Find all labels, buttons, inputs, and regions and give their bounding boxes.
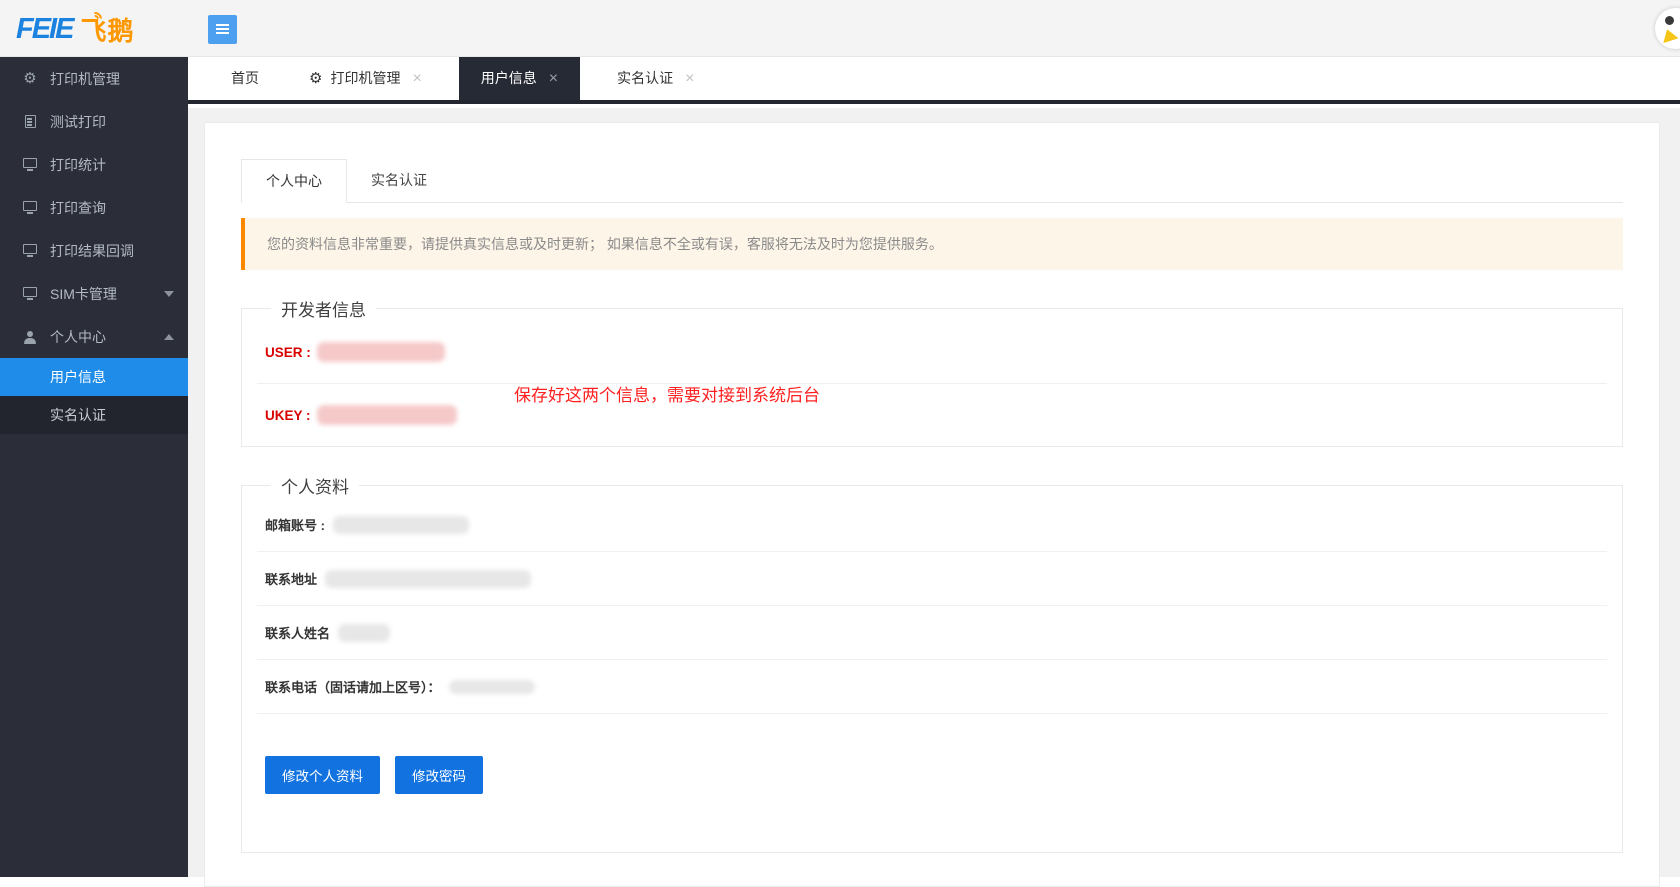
tab-user-info[interactable]: 用户信息 × [459, 57, 580, 100]
tab-label: 用户信息 [481, 57, 537, 100]
redacted-name-value [338, 624, 390, 642]
phone-label: 联系电话（固话请加上区号）： [265, 677, 441, 696]
redacted-email-value [333, 516, 469, 534]
inner-tab-personal-center[interactable]: 个人中心 [241, 159, 347, 203]
caret-down-icon [164, 291, 174, 297]
redacted-user-value [317, 342, 445, 362]
sidebar-item-print-callback[interactable]: 打印结果回调 [0, 229, 188, 272]
submenu-item-label: 实名认证 [50, 405, 106, 425]
gears-icon: ⚙ [21, 71, 39, 86]
tabbar: 首页 ⚙ 打印机管理 × 用户信息 × 实名认证 × [188, 57, 1680, 104]
sidebar-item-label: 打印查询 [50, 198, 106, 218]
user-label: USER : [265, 345, 311, 360]
wifi-signal-icon [88, 11, 102, 25]
sidebar-item-print-query[interactable]: 打印查询 [0, 186, 188, 229]
tab-label: 打印机管理 [330, 57, 400, 100]
sidebar-item-label: 打印结果回调 [50, 241, 134, 261]
email-label: 邮箱账号 : [265, 515, 325, 534]
sidebar-item-label: 个人中心 [50, 327, 106, 347]
change-password-button[interactable]: 修改密码 [395, 756, 483, 794]
sidebar-subitem-user-info[interactable]: 用户信息 [0, 358, 188, 396]
sidebar-item-test-print[interactable]: 测试打印 [0, 100, 188, 143]
address-label: 联系地址 [265, 569, 317, 588]
ukey-row: UKEY : [257, 384, 1607, 446]
inner-tab-real-name-auth[interactable]: 实名认证 [347, 159, 451, 202]
close-icon[interactable]: × [412, 57, 421, 100]
user-icon [21, 331, 39, 343]
edit-profile-button[interactable]: 修改个人资料 [265, 756, 380, 794]
contact-name-label: 联系人姓名 [265, 623, 330, 642]
sidebar: ⚙ 打印机管理 测试打印 打印统计 打印查询 打印结果回调 SIM卡管理 个人中… [0, 57, 188, 877]
tab-label: 首页 [231, 57, 259, 100]
sidebar-item-label: 测试打印 [50, 112, 106, 132]
user-key-row: USER : [257, 321, 1607, 384]
tab-printer-management[interactable]: ⚙ 打印机管理 × [297, 57, 434, 100]
monitor-icon [21, 161, 39, 168]
sidebar-item-printer-management[interactable]: ⚙ 打印机管理 [0, 57, 188, 100]
sidebar-toggle-button[interactable] [208, 15, 237, 44]
email-row: 邮箱账号 : [257, 498, 1607, 552]
redacted-phone-value [449, 680, 535, 694]
address-row: 联系地址 [257, 552, 1607, 606]
hamburger-icon [216, 24, 229, 26]
phone-row: 联系电话（固话请加上区号）： [257, 660, 1607, 714]
caret-up-icon [164, 334, 174, 340]
personal-profile-section: 个人资料 邮箱账号 : 联系地址 联系人姓名 联系电话（固话请加上区号）： 修改… [241, 473, 1623, 853]
contact-name-row: 联系人姓名 [257, 606, 1607, 660]
app-logo[interactable]: FEIE 飞鹅 [16, 9, 134, 49]
red-note: 保存好这两个信息，需要对接到系统后台 [514, 381, 820, 406]
sidebar-subitem-real-name-auth[interactable]: 实名认证 [0, 396, 188, 434]
sidebar-item-label: 打印统计 [50, 155, 106, 175]
gears-icon: ⚙ [309, 71, 322, 86]
close-icon[interactable]: × [549, 57, 558, 100]
user-info-card: 个人中心 实名认证 您的资料信息非常重要，请提供真实信息或及时更新； 如果信息不… [204, 122, 1660, 887]
button-row: 修改个人资料 修改密码 [257, 714, 1607, 852]
app-header: FEIE 飞鹅 [0, 0, 1680, 57]
sidebar-item-personal-center[interactable]: 个人中心 [0, 315, 188, 358]
inner-tabbar: 个人中心 实名认证 [241, 159, 1623, 203]
sidebar-item-sim-management[interactable]: SIM卡管理 [0, 272, 188, 315]
tab-real-name-auth[interactable]: 实名认证 × [605, 57, 706, 100]
monitor-icon [21, 290, 39, 297]
info-alert: 您的资料信息非常重要，请提供真实信息或及时更新； 如果信息不全或有误，客服将无法… [241, 218, 1623, 270]
developer-info-section: 开发者信息 USER : UKEY : 保存好这两个信息，需要对接到系统后台 [241, 296, 1623, 447]
avatar[interactable] [1655, 8, 1680, 49]
document-icon [21, 115, 39, 128]
tab-label: 实名认证 [617, 57, 673, 100]
submenu-item-label: 用户信息 [50, 367, 106, 387]
logo-text: FEIE [16, 13, 72, 46]
close-icon[interactable]: × [685, 57, 694, 100]
sidebar-item-print-stats[interactable]: 打印统计 [0, 143, 188, 186]
personal-profile-legend: 个人资料 [271, 473, 359, 498]
monitor-icon [21, 247, 39, 254]
redacted-ukey-value [317, 405, 457, 425]
content-area: 个人中心 实名认证 您的资料信息非常重要，请提供真实信息或及时更新； 如果信息不… [188, 108, 1680, 877]
sidebar-item-label: 打印机管理 [50, 69, 120, 89]
developer-info-legend: 开发者信息 [271, 296, 376, 321]
monitor-icon [21, 204, 39, 211]
tab-home[interactable]: 首页 [219, 57, 271, 100]
ukey-label: UKEY : [265, 408, 311, 423]
sidebar-item-label: SIM卡管理 [50, 284, 117, 304]
redacted-address-value [325, 570, 531, 588]
